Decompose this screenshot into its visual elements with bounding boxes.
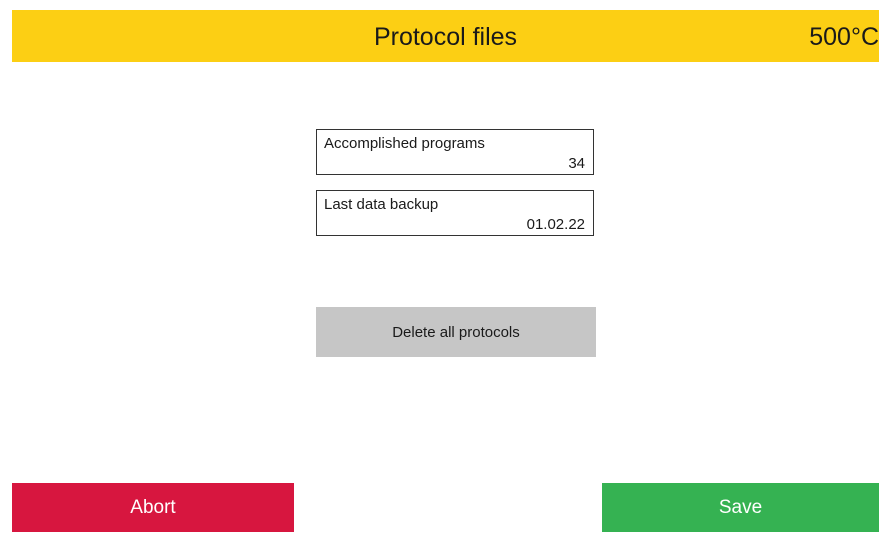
protocol-files-screen: Protocol files 500°C Accomplished progra… xyxy=(12,0,879,532)
accomplished-programs-field: Accomplished programs 34 xyxy=(316,129,594,175)
last-data-backup-label: Last data backup xyxy=(324,196,439,213)
temperature-readout: 500°C xyxy=(809,23,879,51)
abort-button[interactable]: Abort xyxy=(12,483,294,532)
delete-all-protocols-button[interactable]: Delete all protocols xyxy=(316,307,596,357)
last-data-backup-value: 01.02.22 xyxy=(526,216,585,233)
page-title: Protocol files xyxy=(373,23,518,51)
accomplished-programs-value: 34 xyxy=(568,155,585,172)
header-bar: Protocol files 500°C xyxy=(12,10,879,62)
save-button[interactable]: Save xyxy=(602,483,879,532)
last-data-backup-field: Last data backup 01.02.22 xyxy=(316,190,594,236)
accomplished-programs-label: Accomplished programs xyxy=(324,135,485,152)
